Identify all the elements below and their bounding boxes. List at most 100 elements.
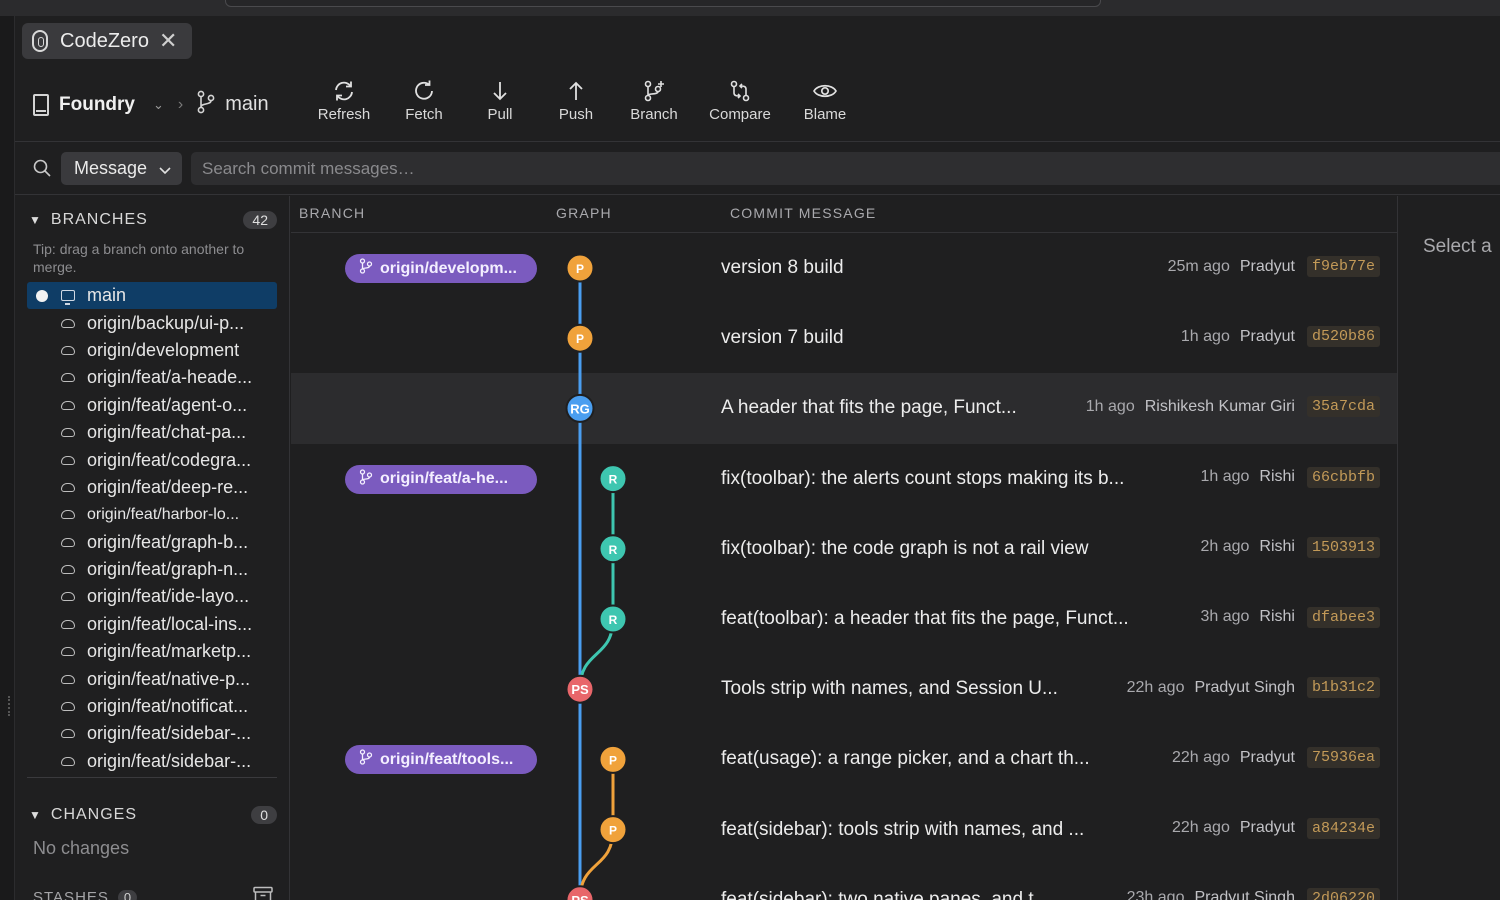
branch-item-label: origin/backup/ui-p... (87, 312, 245, 333)
branch-item[interactable]: origin/feat/graph-b... (27, 529, 277, 556)
chevron-down-icon[interactable]: ⌄ (153, 97, 164, 113)
address-bar[interactable] (225, 0, 1101, 7)
branch-item[interactable]: origin/feat/agent-o... (27, 392, 277, 419)
branch-item[interactable]: origin/feat/graph-n... (27, 556, 277, 583)
commit-hash[interactable]: a84234e (1306, 817, 1380, 839)
commit-detail-pane: Select a (1399, 196, 1500, 900)
pull-label: Pull (487, 106, 513, 123)
collapse-triangle-icon[interactable]: ▼ (29, 213, 41, 227)
branch-item-label: origin/feat/native-p... (87, 668, 251, 689)
commit-author: Rishikesh Kumar Giri (1144, 397, 1295, 415)
branch-item[interactable]: origin/feat/sidebar-... (27, 748, 277, 772)
search-row: Message (15, 143, 1500, 195)
commit-hash[interactable]: d520b86 (1306, 326, 1380, 348)
search-mode-select[interactable]: Message (61, 152, 182, 185)
commit-meta: 22h ago Pradyut Singh b1b31c2 (1126, 677, 1380, 699)
repo-selector[interactable]: Foundry ⌄ › main (33, 90, 269, 119)
commit-hash[interactable]: 2d06220 (1306, 887, 1380, 900)
branch-item-label: origin/feat/a-heade... (87, 367, 253, 388)
collapse-triangle-icon[interactable]: ▼ (29, 808, 41, 822)
cloud-icon (61, 318, 75, 328)
cloud-icon (61, 647, 75, 657)
cloud-icon (61, 537, 75, 547)
branch-item[interactable]: origin/development (27, 337, 277, 364)
branch-item[interactable]: origin/feat/codegra... (27, 446, 277, 473)
compare-icon (728, 76, 752, 106)
branch-item-label: origin/feat/sidebar-... (87, 750, 252, 771)
branch-item[interactable]: origin/feat/deep-re... (27, 474, 277, 501)
commit-author: Pradyut (1239, 819, 1295, 836)
compare-button[interactable]: Compare (700, 76, 780, 123)
branch-item-label: origin/feat/ide-layo... (87, 586, 250, 607)
merge-tip: Tip: drag a branch onto another to merge… (33, 241, 245, 275)
commit-avatar-initials: P (609, 753, 617, 767)
branch-item[interactable]: origin/feat/harbor-lo... (27, 501, 277, 528)
branch-item-label: origin/feat/graph-b... (87, 531, 249, 552)
commit-hash[interactable]: dfabee3 (1306, 606, 1380, 628)
push-button[interactable]: Push (536, 76, 616, 123)
refresh-icon (332, 76, 356, 106)
branch-item[interactable]: origin/feat/ide-layo... (27, 583, 277, 610)
commit-meta: 22h ago Pradyut 75936ea (1172, 747, 1380, 769)
branch-item-label: origin/development (87, 339, 240, 360)
commit-hash[interactable]: f9eb77e (1306, 256, 1380, 277)
branch-icon (197, 90, 215, 119)
commit-hash[interactable]: 35a7cda (1306, 396, 1380, 418)
commit-hash[interactable]: 66cbbfb (1306, 466, 1380, 488)
commit-meta: 2h ago Rishi 1503913 (1200, 536, 1380, 558)
search-input[interactable] (191, 152, 1500, 185)
commit-time: 25m ago (1167, 257, 1230, 275)
tab-codezero[interactable]: CodeZero ✕ (22, 23, 192, 59)
commit-avatar-initials: RG (570, 401, 590, 416)
branch-label: Branch (630, 106, 678, 123)
changes-title: CHANGES (50, 806, 138, 823)
refresh-button[interactable]: Refresh (304, 76, 384, 123)
branches-count: 42 (243, 211, 277, 229)
branch-item[interactable]: origin/feat/marketp... (27, 638, 277, 665)
fetch-label: Fetch (405, 106, 443, 123)
pull-button[interactable]: Pull (460, 76, 540, 123)
fetch-icon (412, 76, 436, 106)
resize-grip[interactable] (8, 696, 11, 716)
commit-time: 2h ago (1200, 538, 1250, 556)
commit-hash[interactable]: 1503913 (1306, 536, 1380, 558)
commit-avatar-initials: R (609, 543, 618, 557)
blame-button[interactable]: Blame (785, 76, 865, 123)
commit-time: 22h ago (1126, 678, 1185, 696)
commit-message: feat(sidebar): two native panes, and t..… (721, 888, 1050, 900)
archive-icon[interactable] (253, 886, 273, 900)
branch-item[interactable]: origin/feat/a-heade... (27, 364, 277, 391)
cloud-icon (61, 565, 75, 575)
branch-item[interactable]: origin/feat/local-ins... (27, 611, 277, 638)
commit-time: 3h ago (1200, 608, 1250, 626)
branch-item[interactable]: origin/feat/chat-pa... (27, 419, 277, 446)
commit-message: fix(toolbar): the code graph is not a ra… (721, 537, 1089, 559)
repo-name[interactable]: Foundry (59, 94, 135, 116)
stashes-count: 0 (117, 890, 138, 900)
cloud-icon (61, 702, 75, 712)
commit-avatar-initials: P (576, 332, 584, 346)
changes-section-header[interactable]: ▼ CHANGES 0 (29, 806, 277, 824)
cloud-icon (61, 482, 75, 492)
branch-button[interactable]: Branch (614, 76, 694, 123)
commit-meta: 25m ago Pradyut f9eb77e (1168, 256, 1380, 277)
commit-author: Pradyut Singh (1194, 678, 1295, 696)
branch-item[interactable]: origin/feat/notificat... (27, 693, 277, 720)
branch-item-label: origin/feat/graph-n... (87, 559, 249, 580)
commit-meta: 23h ago Pradyut Singh 2d06220 (1127, 887, 1380, 900)
commit-avatar-initials: PS (571, 893, 589, 900)
fetch-button[interactable]: Fetch (384, 76, 464, 123)
branch-item[interactable]: origin/feat/sidebar-... (27, 720, 277, 747)
commit-hash[interactable]: 75936ea (1306, 747, 1380, 769)
commit-hash[interactable]: b1b31c2 (1306, 677, 1380, 699)
stashes-section-header[interactable]: STASHES 0 (33, 886, 273, 900)
cloud-icon (61, 373, 75, 383)
commit-author: Pradyut Singh (1194, 889, 1295, 900)
branches-section-header[interactable]: ▼ BRANCHES 42 (29, 211, 277, 229)
current-branch[interactable]: main (225, 93, 268, 116)
close-icon[interactable]: ✕ (159, 30, 177, 52)
branch-item-main[interactable]: main (27, 282, 277, 310)
branch-item[interactable]: origin/backup/ui-p... (27, 309, 277, 336)
tab-title: CodeZero (60, 29, 149, 52)
branch-item[interactable]: origin/feat/native-p... (27, 665, 277, 692)
